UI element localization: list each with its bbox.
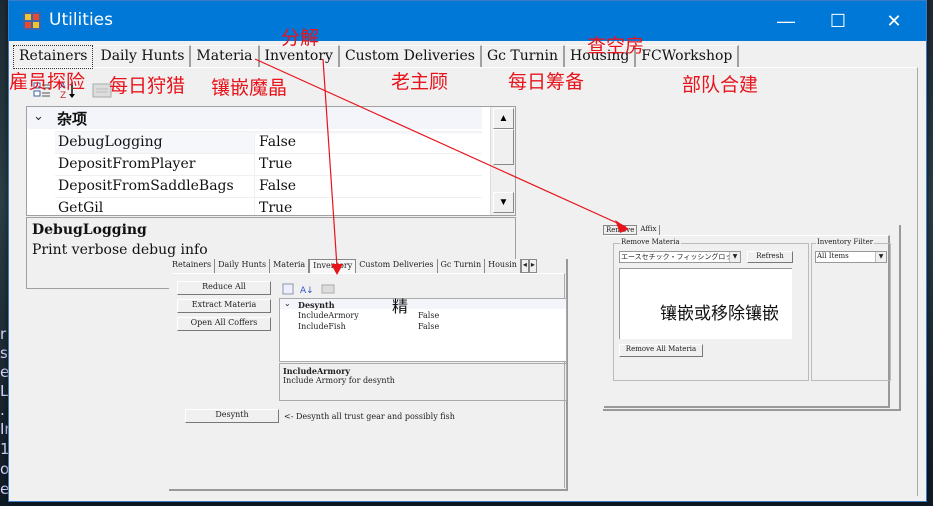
property-row[interactable]: DepositFromPlayer True — [55, 153, 482, 176]
collapse-chevron-icon[interactable]: ⌄ — [284, 299, 291, 308]
tab-retainers[interactable]: Retainers — [169, 259, 216, 273]
help-title: IncludeArmory — [283, 366, 351, 376]
minimize-button[interactable]: — — [763, 1, 809, 41]
property-name: IncludeArmory — [298, 311, 359, 320]
property-value[interactable]: True — [259, 156, 292, 172]
annotation-marker: 精 — [392, 297, 409, 316]
group-label: Inventory Filter — [816, 238, 875, 246]
inventory-screenshot: Retainers Daily Hunts Materia Inventory … — [169, 259, 568, 491]
tab-scroll-right-icon[interactable]: ▸ — [528, 259, 537, 273]
tab-scroll-left-icon[interactable]: ◂ — [520, 259, 529, 273]
annotation-daily-hunts: 每日狩猎 — [109, 75, 186, 97]
annotation-gc-turnin: 每日筹备 — [508, 71, 585, 93]
property-row[interactable]: DepositFromSaddleBags False — [55, 175, 482, 198]
help-text: Include Armory for desynth — [283, 376, 395, 385]
reduce-all-button[interactable]: Reduce All — [177, 281, 271, 295]
annotation-retainers: 雇员探险 — [9, 71, 86, 93]
remove-all-materia-button[interactable]: Remove All Materia — [619, 344, 703, 357]
annotation-materia: 镶嵌魔晶 — [211, 77, 288, 99]
materia-list[interactable]: 镶嵌或移除镶嵌 — [619, 268, 792, 339]
chevron-down-icon: ▼ — [729, 252, 740, 262]
property-name: IncludeFish — [298, 322, 346, 331]
remove-materia-group: Remove Materia エースセチック・フィッシングロッ ▼ Refres… — [613, 238, 809, 381]
vertical-scrollbar[interactable]: ▲ ▼ — [490, 107, 515, 215]
property-value[interactable]: False — [255, 134, 486, 154]
extract-materia-button[interactable]: Extract Materia — [177, 299, 271, 313]
desynth-button[interactable]: Desynth — [185, 409, 279, 423]
desynth-note: <- Desynth all trust gear and possibly f… — [284, 412, 455, 421]
app-icon — [23, 12, 41, 30]
tab-materia[interactable]: Materia — [191, 45, 260, 68]
category-row[interactable]: ⌄ 杂项 — [27, 107, 482, 129]
desktop-text: s — [0, 344, 8, 362]
property-name: DebugLogging — [58, 134, 163, 150]
collapse-chevron-icon[interactable]: ⌄ — [33, 109, 44, 124]
open-all-coffers-button[interactable]: Open All Coffers — [177, 317, 271, 331]
tab-custom-deliveries[interactable]: Custom Deliveries — [356, 259, 438, 273]
window-title: Utilities — [49, 10, 113, 30]
svg-text:A↓: A↓ — [300, 286, 314, 295]
scroll-thumb[interactable] — [493, 129, 514, 165]
help-title: DebugLogging — [32, 222, 147, 238]
tab-gc-turnin[interactable]: Gc Turnin — [481, 45, 565, 68]
tab-daily-hunts[interactable]: Daily Hunts — [215, 259, 271, 273]
maximize-button[interactable]: ☐ — [815, 1, 861, 41]
property-value[interactable]: False — [418, 311, 439, 320]
tab-custom-deliveries[interactable]: Custom Deliveries — [339, 45, 482, 68]
property-value[interactable]: True — [259, 200, 292, 215]
annotation-materia-panel: 镶嵌或移除镶嵌 — [660, 304, 779, 324]
property-name: DepositFromSaddleBags — [58, 178, 234, 194]
scroll-up-icon[interactable]: ▲ — [493, 108, 514, 129]
item-dropdown-value: エースセチック・フィッシングロッ — [621, 253, 733, 261]
title-bar[interactable]: Utilities — ☐ ✕ — [9, 1, 926, 41]
filter-value: All Items — [817, 252, 849, 260]
tab-fcworkshop[interactable]: FCWorkshop — [636, 45, 740, 68]
property-name: DepositFromPlayer — [58, 156, 196, 172]
tab-daily-hunts[interactable]: Daily Hunts — [95, 45, 192, 68]
group-label: Remove Materia — [620, 238, 681, 246]
tab-housing[interactable]: Housin — [485, 259, 521, 273]
materia-shot-tabs: Remove Affix — [603, 225, 661, 235]
tab-materia[interactable]: Materia — [270, 259, 310, 273]
inventory-grid-toolbar-icons[interactable]: A↓ — [282, 283, 342, 295]
annotation-inventory: 分解 — [281, 27, 320, 49]
inventory-filter-group: Inventory Filter All Items ▼ — [811, 238, 891, 381]
item-dropdown[interactable]: エースセチック・フィッシングロッ ▼ — [619, 251, 741, 263]
close-button[interactable]: ✕ — [871, 1, 917, 41]
tab-gc-turnin[interactable]: Gc Turnin — [438, 259, 486, 273]
inventory-filter-dropdown[interactable]: All Items ▼ — [815, 251, 887, 263]
inventory-property-grid[interactable]: ⌄ Desynth IncludeArmory False IncludeFis… — [279, 297, 567, 362]
property-row[interactable]: GetGil True — [55, 197, 482, 216]
tab-retainers[interactable]: Retainers — [13, 45, 94, 69]
refresh-button[interactable]: Refresh — [747, 251, 793, 263]
annotation-custom-deliveries: 老主顾 — [391, 71, 449, 93]
category-label: 杂项 — [57, 110, 88, 128]
inventory-help-panel: IncludeArmory Include Armory for desynth — [279, 363, 567, 401]
annotation-housing: 查空房 — [587, 35, 645, 57]
help-text: Print verbose debug info — [32, 242, 208, 258]
utilities-window: Utilities — ☐ ✕ Retainers Daily Hunts Ma… — [8, 0, 927, 502]
property-grid[interactable]: ⌄ 杂项 DebugLogging False DepositFromPlaye… — [26, 106, 516, 216]
inventory-shot-tabs: Retainers Daily Hunts Materia Inventory … — [169, 259, 537, 273]
property-value[interactable]: False — [418, 322, 439, 331]
chevron-down-icon: ▼ — [875, 252, 886, 262]
category-label: Desynth — [298, 300, 335, 310]
property-value[interactable]: False — [259, 178, 296, 194]
property-row[interactable]: DebugLogging False — [55, 131, 486, 154]
annotation-fcworkshop: 部队合建 — [682, 74, 759, 96]
tab-remove[interactable]: Remove — [603, 225, 638, 235]
tab-affix[interactable]: Affix — [637, 225, 661, 235]
scroll-down-icon[interactable]: ▼ — [493, 192, 514, 213]
materia-screenshot: Remove Affix Remove Materia エースセチック・フィッシ… — [603, 225, 901, 411]
property-name: GetGil — [58, 200, 104, 216]
tab-inventory[interactable]: Inventory — [309, 259, 357, 273]
desktop-text: . — [0, 401, 5, 419]
